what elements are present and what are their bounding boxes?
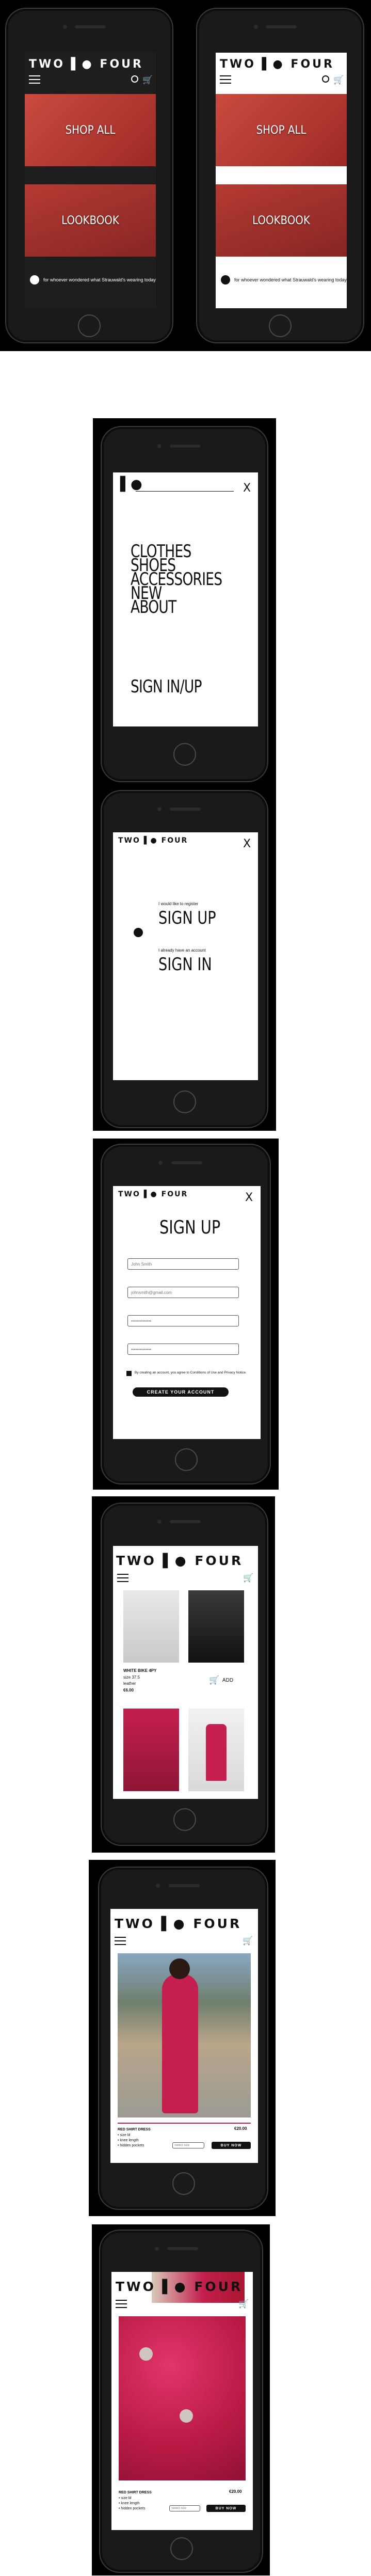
product-zoom-image <box>119 2316 246 2480</box>
product-size: size 37.5 <box>123 1675 140 1680</box>
home-dark-screen: TWO ▌● FOUR 🛒 SHOP ALL LOOKBOOK for whoe… <box>25 53 156 308</box>
marquee-dot <box>30 275 39 285</box>
lookbook-tile[interactable]: LOOKBOOK <box>216 184 347 257</box>
lookbook-label: LOOKBOOK <box>61 214 119 227</box>
product-image-dress[interactable] <box>123 1709 179 1791</box>
confirm-password-field[interactable] <box>127 1344 239 1355</box>
profile-icon[interactable] <box>322 75 329 83</box>
sign-up-link[interactable]: SIGN UP <box>158 908 216 928</box>
hamburger-icon[interactable] <box>220 75 231 84</box>
create-account-button[interactable]: CREATE YOUR ACCOUNT <box>133 1387 229 1397</box>
brand-logo[interactable]: TWO ▌● FOUR <box>115 1916 241 1931</box>
close-icon[interactable]: X <box>243 837 251 850</box>
size-select[interactable] <box>169 2505 200 2511</box>
home-button <box>78 314 101 337</box>
product-image-chair[interactable] <box>123 1590 179 1663</box>
add-label: ADD <box>222 1677 234 1683</box>
close-icon[interactable]: X <box>243 482 251 495</box>
cart-icon[interactable]: 🛒 <box>333 75 344 85</box>
product-screen: TWO ▌● FOUR 🛒 RED SHIRT DRESS €20.00 • s… <box>110 1909 258 2163</box>
hamburger-icon[interactable] <box>115 1937 126 1945</box>
hamburger-icon[interactable] <box>117 1574 128 1582</box>
brand-logo[interactable]: TWO ▌● FOUR <box>118 1190 188 1198</box>
cart-add-icon: 🛒 <box>209 1676 219 1685</box>
phone-catalog: TWO ▌● FOUR 🛒 WHITE BIKE 4PY size 37.5 l… <box>101 1503 268 1846</box>
product-detail-pockets: • hidden pockets <box>118 2144 144 2147</box>
size-select[interactable] <box>172 2142 204 2148</box>
brand-logo[interactable]: TWO ▌● FOUR <box>29 58 143 71</box>
sign-in-link[interactable]: SIGN IN <box>158 954 212 975</box>
marquee-dot <box>221 275 230 285</box>
profile-icon[interactable] <box>131 75 138 83</box>
phone-menu: ▌● X CLOTHES SHOES ACCESSORIES NEW ABOUT… <box>101 426 268 782</box>
buy-now-button[interactable]: BUY NOW <box>206 2505 246 2512</box>
home-button <box>173 1808 196 1831</box>
signup-form-screen: TWO ▌● FOUR X SIGN UP By creating an acc… <box>113 1186 261 1439</box>
email-field[interactable] <box>127 1287 239 1298</box>
phone-home-light: TWO ▌● FOUR 🛒 SHOP ALL LOOKBOOK for whoe… <box>196 8 364 343</box>
sign-in-up-link[interactable]: SIGN IN/UP <box>131 678 202 696</box>
brand-logo[interactable]: TWO ▌● FOUR <box>220 58 334 71</box>
home-button <box>170 2537 193 2560</box>
product-detail-pockets: • hidden pockets <box>119 2507 146 2510</box>
cart-icon[interactable]: 🛒 <box>243 1573 253 1583</box>
register-prompt: I would like to register <box>158 902 199 906</box>
home-button <box>173 743 196 766</box>
product-price: €20.00 <box>234 2126 247 2131</box>
lookbook-label: LOOKBOOK <box>252 214 310 227</box>
hamburger-icon[interactable] <box>29 75 40 84</box>
home-light-screen: TWO ▌● FOUR 🛒 SHOP ALL LOOKBOOK for whoe… <box>216 53 347 308</box>
auth-choice-screen: TWO ▌● FOUR X I would like to register S… <box>113 832 258 1080</box>
home-button <box>269 314 292 337</box>
product-divider <box>118 2123 251 2124</box>
cart-icon[interactable]: 🛒 <box>243 1936 253 1946</box>
product-hero-image <box>118 1953 251 2117</box>
password-field[interactable] <box>127 1315 239 1326</box>
terms-text: By creating an account, you agree to Con… <box>135 1371 247 1374</box>
selection-dot <box>134 928 143 937</box>
menu-divider <box>136 491 234 492</box>
product-zoom-screen: TWO ▌● FOUR 🛒 RED SHIRT DRESS €20.00 • s… <box>111 2272 253 2530</box>
home-button <box>175 1448 198 1471</box>
product-name[interactable]: WHITE BIKE 4PY <box>123 1668 156 1674</box>
phone-product: TWO ▌● FOUR 🛒 RED SHIRT DRESS €20.00 • s… <box>98 1867 268 2210</box>
shop-all-tile[interactable]: SHOP ALL <box>216 94 347 166</box>
product-price: €20.00 <box>229 2489 242 2494</box>
hamburger-icon[interactable] <box>116 2300 127 2308</box>
brand-logo[interactable]: TWO ▌● FOUR <box>118 836 188 845</box>
product-price: €6.00 <box>123 1688 134 1693</box>
add-to-cart-button[interactable]: 🛒 ADD <box>209 1675 233 1685</box>
marquee-text: for whoever wondered what Strauwald's we… <box>234 277 347 282</box>
phone-auth-choice: TWO ▌● FOUR X I would like to register S… <box>101 790 268 1128</box>
buy-now-button[interactable]: BUY NOW <box>212 2142 251 2149</box>
product-material: leather <box>123 1681 136 1686</box>
brand-logo[interactable]: TWO ▌● FOUR <box>116 2279 243 2294</box>
lookbook-tile[interactable]: LOOKBOOK <box>25 184 156 257</box>
name-field[interactable] <box>127 1258 239 1270</box>
brand-logo-mark[interactable]: ▌● <box>120 477 142 492</box>
brand-logo[interactable]: TWO ▌● FOUR <box>116 1553 243 1568</box>
shop-all-label: SHOP ALL <box>65 123 116 137</box>
shop-all-label: SHOP ALL <box>256 123 307 137</box>
home-button <box>173 1091 196 1113</box>
close-icon[interactable]: X <box>245 1191 253 1204</box>
menu-item-about[interactable]: ABOUT <box>131 598 176 616</box>
home-button <box>172 2172 195 2195</box>
marquee-text: for whoever wondered what Strauwald's we… <box>43 277 156 282</box>
terms-checkbox[interactable] <box>126 1371 132 1376</box>
signup-title: SIGN UP <box>159 1217 221 1238</box>
product-image-sneakers[interactable] <box>188 1590 244 1663</box>
catalog-screen: TWO ▌● FOUR 🛒 WHITE BIKE 4PY size 37.5 l… <box>113 1546 258 1799</box>
phone-product-zoom: TWO ▌● FOUR 🛒 RED SHIRT DRESS €20.00 • s… <box>99 2230 263 2573</box>
phone-home-dark: TWO ▌● FOUR 🛒 SHOP ALL LOOKBOOK for whoe… <box>5 8 173 343</box>
cart-icon[interactable]: 🛒 <box>238 2299 249 2309</box>
product-image-dress-2[interactable] <box>188 1709 244 1791</box>
cart-icon[interactable]: 🛒 <box>142 75 153 85</box>
phone-signup-form: TWO ▌● FOUR X SIGN UP By creating an acc… <box>101 1144 271 1484</box>
shop-all-tile[interactable]: SHOP ALL <box>25 94 156 166</box>
account-prompt: I already have an account <box>158 948 206 953</box>
menu-screen: ▌● X CLOTHES SHOES ACCESSORIES NEW ABOUT… <box>113 472 258 726</box>
